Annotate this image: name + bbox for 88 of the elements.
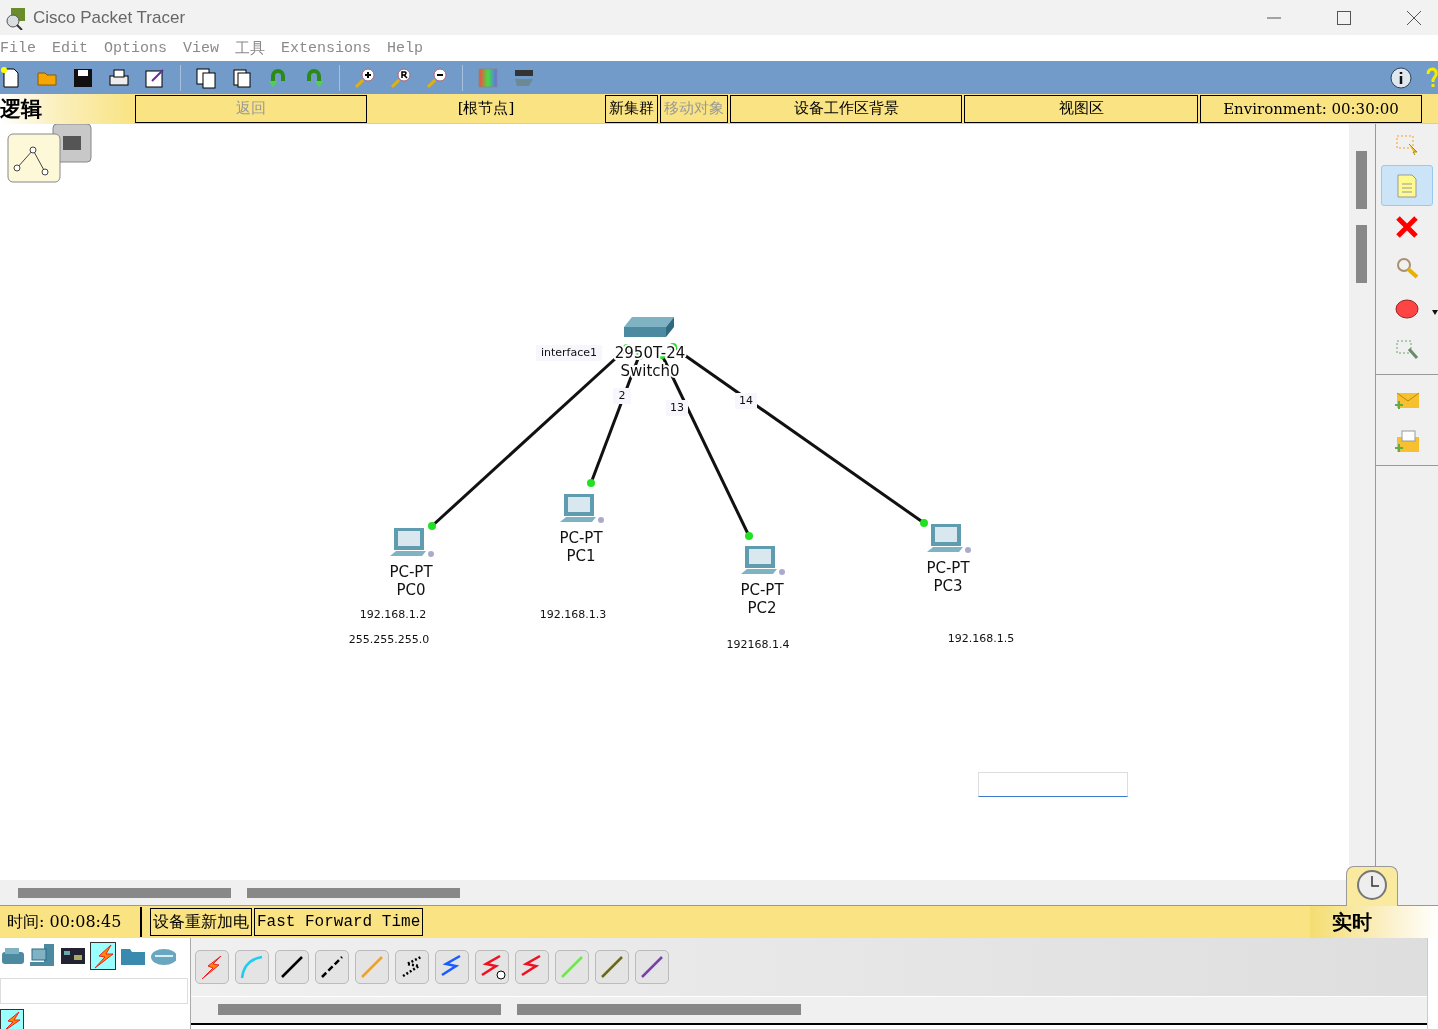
straight-cable-icon: [599, 954, 625, 980]
cable-type-button[interactable]: [275, 950, 309, 984]
note-text: 192.168.1.3: [539, 608, 607, 621]
computer-icon: [30, 943, 56, 969]
print-icon[interactable]: [108, 66, 130, 89]
scrollbar-thumb[interactable]: [218, 1004, 501, 1015]
search-icon: [1395, 255, 1419, 280]
envelope-icon: [1394, 428, 1420, 453]
workspace-mode-label: 逻辑: [0, 93, 134, 124]
device-model-label: PC-PT: [740, 581, 784, 599]
device-model-label: PC-PT: [389, 563, 433, 581]
note-input-field[interactable]: [978, 772, 1128, 797]
device-model-label: PC-PT: [559, 529, 603, 547]
port-label: interface1: [540, 346, 598, 359]
menu-item[interactable]: View: [183, 39, 220, 57]
zoom-reset-icon[interactable]: [390, 66, 412, 89]
zoom-in-icon[interactable]: [354, 66, 376, 89]
cable-type-button[interactable]: [475, 950, 509, 984]
select-icon: [1395, 133, 1419, 156]
toolbar-button[interactable]: 设备工作区背景: [730, 94, 962, 123]
device-name-label: PC1: [566, 547, 596, 565]
pc-icon[interactable]: [741, 546, 785, 575]
port-label: 14: [739, 394, 753, 407]
delete-icon: [1395, 214, 1419, 239]
dropdown-caret-icon[interactable]: [1432, 310, 1438, 315]
port-label: 13: [670, 401, 684, 414]
toolbar-button[interactable]: Environment: 00:30:00: [1200, 94, 1422, 123]
paste-icon[interactable]: [231, 66, 253, 89]
elapsed-time-label: 时间: 00:08:45: [6, 911, 123, 933]
menu-item[interactable]: Extensions: [281, 39, 372, 57]
app-logo-icon: [4, 5, 28, 30]
scrollbar-thumb[interactable]: [247, 888, 460, 898]
cloud-icon: [150, 946, 176, 966]
scrollbar-thumb[interactable]: [1356, 151, 1367, 209]
edit-icon[interactable]: [144, 66, 166, 89]
realtime-tab[interactable]: [1346, 866, 1398, 906]
note-text: 192168.1.4: [726, 638, 790, 651]
menu-item[interactable]: Edit: [52, 39, 89, 57]
window-title: Cisco Packet Tracer: [33, 7, 186, 28]
clock-icon: [1356, 869, 1388, 901]
cable-type-button[interactable]: [395, 950, 429, 984]
toolbar-button[interactable]: 新集群: [605, 94, 658, 123]
straight-cable-icon: [359, 954, 385, 980]
save-icon[interactable]: [72, 66, 94, 89]
toolbar-button[interactable]: 视图区: [964, 94, 1198, 123]
straight-cable-icon: [639, 954, 665, 980]
cable-type-button[interactable]: [315, 950, 349, 984]
note-text: 192.168.1.5: [947, 632, 1015, 645]
menu-item[interactable]: File: [0, 39, 36, 57]
resize-icon: [1395, 338, 1419, 361]
menu-item[interactable]: Options: [104, 39, 168, 57]
help-icon[interactable]: [1426, 66, 1438, 89]
circuit-board-icon: [60, 946, 86, 966]
status-button[interactable]: Fast Forward Time: [254, 908, 424, 936]
mode-label: 实时: [1310, 905, 1438, 939]
copy-icon[interactable]: [195, 66, 217, 89]
dashed-cable-icon: [319, 954, 345, 980]
connection-category-button[interactable]: [90, 942, 116, 970]
menu-item[interactable]: Help: [387, 39, 424, 57]
device-search-field[interactable]: [0, 978, 188, 1004]
port-label: 2: [618, 389, 626, 402]
device-name-label: PC3: [933, 577, 963, 595]
curved-cable-icon: [239, 954, 265, 980]
device-name-label: PC0: [396, 581, 426, 599]
pc-icon[interactable]: [560, 494, 604, 523]
device-type-button[interactable]: [0, 1009, 24, 1029]
zoom-out-icon[interactable]: [426, 66, 448, 89]
scrollbar-thumb[interactable]: [18, 888, 231, 898]
status-button[interactable]: 设备重新加电: [150, 908, 252, 936]
device-name-label: PC2: [747, 599, 777, 617]
straight-cable-icon: [559, 954, 585, 980]
maximize-icon[interactable]: [1336, 9, 1352, 26]
menu-item[interactable]: 工具: [235, 38, 266, 58]
device-model-label: PC-PT: [926, 559, 970, 577]
info-icon[interactable]: [1390, 66, 1412, 89]
breadcrumb-label: [根节点]: [456, 99, 516, 118]
ellipse-icon: [1394, 297, 1420, 320]
switch-icon[interactable]: [624, 317, 674, 337]
note-text: 255.255.255.0: [348, 633, 430, 646]
scrollbar-thumb[interactable]: [1356, 225, 1367, 283]
new-file-icon[interactable]: [0, 66, 22, 89]
note-text: 192.168.1.2: [359, 608, 427, 621]
scrollbar-thumb[interactable]: [517, 1004, 801, 1015]
close-icon[interactable]: [1406, 9, 1422, 26]
note-icon: [1395, 172, 1419, 199]
straight-cable-icon: [279, 954, 305, 980]
pc-icon[interactable]: [390, 528, 434, 557]
pc-icon[interactable]: [927, 524, 971, 553]
